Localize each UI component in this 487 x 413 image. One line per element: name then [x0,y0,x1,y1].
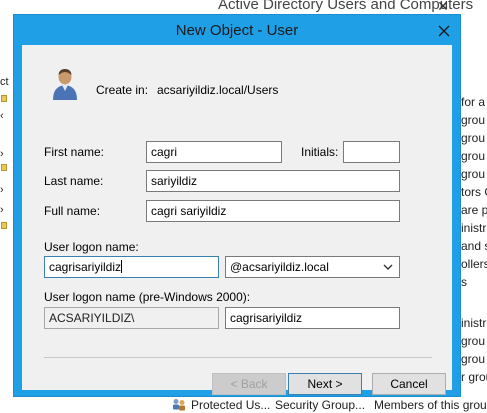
list-item[interactable]: grou [461,149,487,163]
list-item[interactable]: inistr [461,316,487,330]
row-name: Protected Us... [191,398,271,412]
logon-name-label: User logon name: [44,240,139,254]
background-close-button[interactable]: ✕ [430,0,456,14]
row-type: Security Group... [275,398,366,412]
list-item[interactable]: grou [461,167,487,181]
chevron-down-icon [383,264,393,270]
row-description: Members of this group [374,398,487,412]
pre2000-logon-label: User logon name (pre-Windows 2000): [44,290,251,304]
list-item[interactable]: and s [461,239,487,253]
pre2000-logon-field[interactable]: cagrisariyildiz [225,307,400,329]
folder-icon [1,222,7,229]
dialog-body: Create in: acsariyildiz.local/Users Firs… [22,45,452,395]
create-in-path: acsariyildiz.local/Users [157,83,279,97]
last-name-label: Last name: [44,174,104,188]
list-item[interactable]: grou [461,352,487,366]
initials-field[interactable] [343,141,400,163]
list-item[interactable]: inistr [461,221,487,235]
create-in-label: Create in: [96,83,149,97]
list-item[interactable]: s [461,275,487,289]
folder-icon [1,95,7,102]
tree-expander[interactable]: › [0,184,4,196]
background-titlebar: Active Directory Users and Computers ✕ [0,0,487,14]
list-item[interactable]: grou [461,334,487,348]
list-item[interactable]: r grou [461,370,487,384]
new-user-dialog: New Object - User Create in: acsariyildi… [13,14,461,397]
dialog-titlebar[interactable]: New Object - User [14,15,460,45]
logon-domain-value: @acsariyildiz.local [230,260,329,274]
logon-domain-select[interactable]: @acsariyildiz.local [225,256,400,278]
group-icon [173,399,185,411]
initials-label: Initials: [301,145,339,159]
tree-expander[interactable]: › [0,204,4,216]
folder-icon [1,164,7,171]
logon-name-value: cagrisariyildiz [49,260,122,274]
list-item[interactable]: are p [461,203,487,217]
text-caret [121,260,123,273]
tree-expander[interactable]: ‹ [0,110,4,122]
list-item[interactable]: for a [461,95,487,109]
button-separator [44,357,432,358]
cancel-button[interactable]: Cancel [372,373,446,395]
user-icon [53,69,77,100]
close-icon[interactable] [436,23,452,39]
back-button[interactable]: < Back [212,373,286,395]
background-tree-pane: ct ‹ › › › [0,44,13,404]
tree-fragment: ct [0,76,9,88]
last-name-field[interactable]: sariyildiz [146,170,400,192]
dialog-title: New Object - User [175,22,299,39]
pre2000-domain-field: ACSARIYILDIZ\ [44,307,219,329]
list-item[interactable]: ollers [461,257,487,271]
list-item[interactable]: grou [461,113,487,127]
list-item[interactable]: grou [461,131,487,145]
tree-expander[interactable]: › [0,148,4,160]
first-name-field[interactable]: cagri [146,141,282,163]
table-row[interactable]: Protected Us... Security Group... Member… [165,397,487,413]
next-button[interactable]: Next > [288,373,362,395]
logon-name-field[interactable]: cagrisariyildiz [44,256,219,278]
full-name-field[interactable]: cagri sariyildiz [146,200,400,222]
full-name-label: Full name: [44,204,101,218]
list-item[interactable]: tors G [461,185,487,199]
first-name-label: First name: [44,145,105,159]
